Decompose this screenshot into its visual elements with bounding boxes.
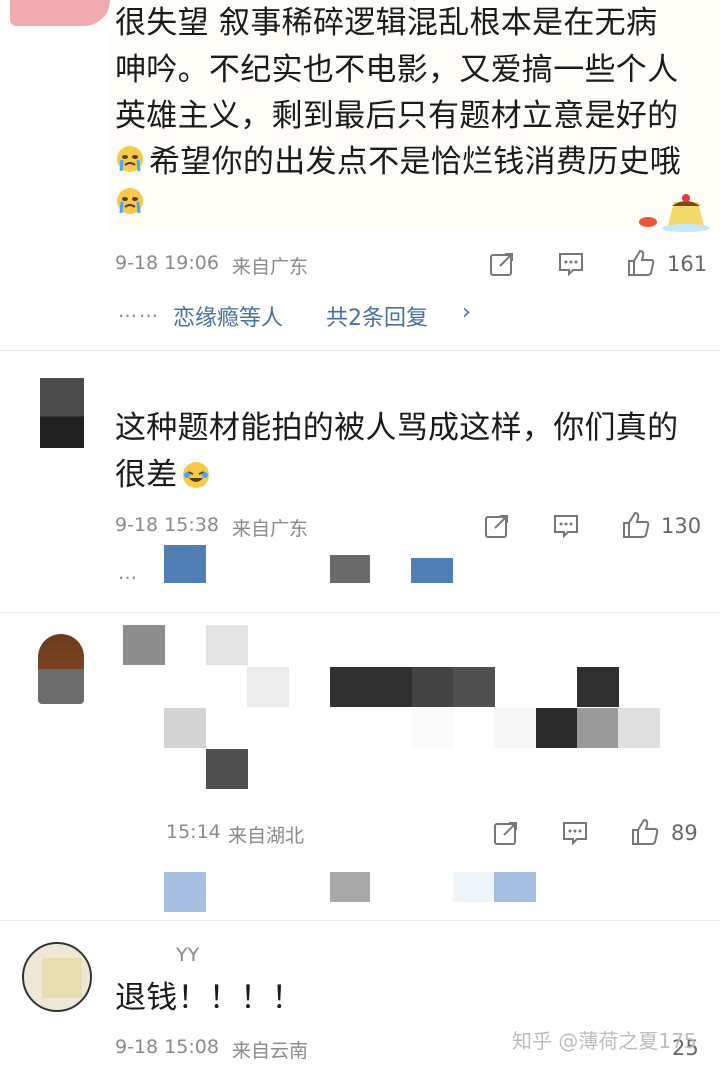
- comment-2-line-2: 很差: [115, 457, 178, 493]
- comment-3-location: 来自湖北: [228, 825, 305, 847]
- comment-1-date: 9-18 19:06: [115, 252, 219, 274]
- redacted-block: [164, 545, 206, 583]
- redacted-block: [164, 708, 206, 748]
- comment-1-line-1: 很失望 叙事稀碎逻辑混乱根本是在无病: [115, 5, 658, 41]
- avatar[interactable]: [40, 378, 84, 448]
- redacted-block: [411, 558, 453, 583]
- redacted-block: [330, 667, 414, 707]
- redacted-block: [247, 667, 289, 707]
- redacted-block: [494, 708, 536, 748]
- redacted-block: [618, 708, 660, 748]
- redacted-block: [453, 872, 495, 902]
- redacted-block: [412, 708, 454, 748]
- comment-2-line-1: 这种题材能拍的被人骂成这样，你们真的: [115, 410, 679, 446]
- comment-3-date: 15:14: [166, 821, 221, 843]
- redacted-block: [330, 872, 370, 902]
- like-icon[interactable]: [630, 817, 660, 847]
- redacted-block: [577, 708, 619, 748]
- redacted-block: [206, 749, 248, 789]
- share-icon[interactable]: [492, 819, 520, 847]
- crying-emoji: [115, 144, 145, 174]
- redacted-block: [206, 625, 248, 665]
- like-icon[interactable]: [621, 510, 651, 540]
- redacted-block: [577, 667, 619, 707]
- comment-3-likes: 89: [671, 821, 698, 845]
- redacted-block: [330, 555, 370, 583]
- divider-2: [0, 612, 720, 613]
- comment-icon[interactable]: [552, 512, 580, 540]
- comment-4-location: 来自云南: [232, 1040, 309, 1062]
- divider-1: [0, 350, 720, 351]
- comment-4-text: 退钱！！！！: [115, 980, 303, 1016]
- comment-4-username[interactable]: YY: [176, 944, 199, 966]
- comment-1-line-4: 希望你的出发点不是恰烂钱消费历史哦: [149, 144, 682, 180]
- redacted-block: [412, 667, 454, 707]
- reply-dots: ……: [118, 300, 160, 322]
- redacted-block: [123, 625, 165, 665]
- crying-emoji-2: [115, 186, 145, 216]
- redacted-block: [536, 708, 578, 748]
- top-red-blur: [10, 0, 110, 26]
- redacted-block: [453, 667, 495, 707]
- reply-dots: …: [118, 562, 139, 584]
- comment-1-location: 来自广东: [232, 256, 309, 278]
- comment-1-likes: 161: [667, 252, 708, 276]
- comment-1-line-2: 呻吟。不纪实也不电影，又爱搞一些个人: [115, 52, 679, 88]
- avatar[interactable]: [22, 942, 92, 1012]
- comment-1-line-3: 英雄主义，剩到最后只有题材立意是好的: [115, 98, 679, 134]
- avatar[interactable]: [38, 634, 84, 704]
- pudding-sticker-icon: [636, 194, 712, 234]
- comment-2-location: 来自广东: [232, 518, 309, 540]
- comment-2-date: 9-18 15:38: [115, 514, 219, 536]
- reply-count-link[interactable]: 共2条回复: [326, 300, 428, 332]
- divider-3: [0, 920, 720, 921]
- comment-icon[interactable]: [561, 819, 589, 847]
- like-icon[interactable]: [626, 248, 656, 278]
- share-icon[interactable]: [488, 250, 516, 278]
- watermark: 知乎 @薄荷之夏175: [512, 1029, 697, 1053]
- laughing-crying-emoji: [181, 460, 211, 490]
- comment-icon[interactable]: [557, 250, 585, 278]
- share-icon[interactable]: [483, 512, 511, 540]
- chevron-right-icon[interactable]: ›: [462, 300, 471, 325]
- reply-users[interactable]: 恋缘瘾等人: [173, 300, 283, 332]
- comment-2-likes: 130: [661, 514, 702, 538]
- redacted-block: [494, 872, 536, 902]
- comment-4-date: 9-18 15:08: [115, 1036, 219, 1058]
- redacted-block: [164, 872, 206, 912]
